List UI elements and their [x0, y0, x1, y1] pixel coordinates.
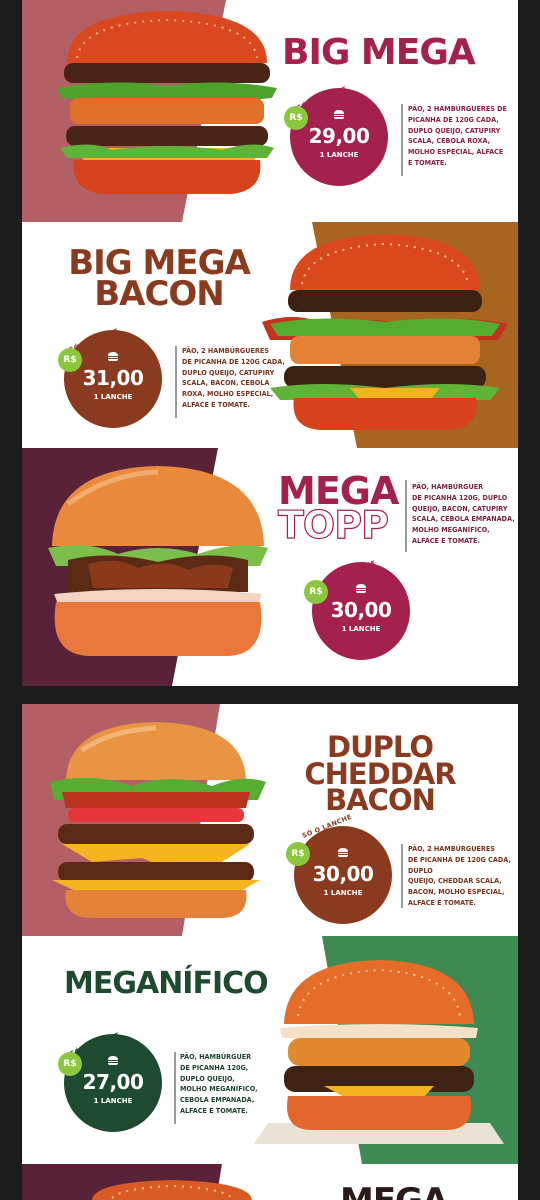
- item-description: PÃO, 2 HAMBÚRGUERES DE PICANHA DE 120G C…: [408, 844, 518, 909]
- currency-badge: R$: [284, 106, 308, 130]
- menu-page-1: BIG MEGA SÓ O LANCHE 29,00 1 LANCHE R$ P…: [22, 0, 518, 686]
- desc-line: DUPLO QUEIJO, CATUPIRY: [408, 125, 501, 135]
- menu-item-big-mega: BIG MEGA SÓ O LANCHE 29,00 1 LANCHE R$ P…: [22, 0, 518, 222]
- desc-line: DE PICANHA DE 120G CADA, DUPLO: [408, 854, 511, 875]
- price-value: 31,00: [82, 366, 144, 390]
- divider: [175, 346, 177, 418]
- unit-label: 1 LANCHE: [319, 151, 359, 159]
- item-title: BIG MEGA: [282, 32, 476, 73]
- price-value: 27,00: [82, 1070, 144, 1094]
- unit-label: 1 LANCHE: [93, 393, 133, 401]
- desc-line: SCALA, CEBOLA EMPANADA,: [412, 514, 515, 524]
- desc-line: ALFACE E TOMATE.: [180, 1105, 248, 1115]
- menu-item-big-mega-bacon: BIG MEGA BACON SÓ O LANCHE 31,00 1 LANCH…: [22, 222, 518, 448]
- currency-badge: R$: [58, 348, 82, 372]
- desc-line: ALFACE E TOMATE.: [412, 535, 480, 545]
- menu-item-mega-topp: MEGA TOPP PÃO, HAMBÚRGUER DE PICANHA 120…: [22, 448, 518, 686]
- price-badge: 29,00 1 LANCHE: [290, 88, 388, 186]
- desc-line: DE PICANHA 120G,: [180, 1062, 249, 1072]
- divider: [174, 1052, 176, 1124]
- desc-line: MOLHO ESPECIAL, ALFACE: [408, 147, 504, 157]
- desc-line: ALFACE E TOMATE.: [182, 399, 250, 409]
- price-badge: 27,00 1 LANCHE: [64, 1034, 162, 1132]
- desc-line: PÃO, HAMBÚRGUER: [180, 1052, 252, 1061]
- burger-icon: [334, 110, 344, 119]
- price-value: 29,00: [308, 124, 370, 148]
- item-title: BIG MEGA BACON: [54, 246, 264, 315]
- desc-line: BACON, MOLHO ESPECIAL,: [408, 887, 505, 897]
- divider: [401, 104, 403, 176]
- desc-line: DE PICANHA 120G, DUPLO: [412, 492, 508, 502]
- title-line: BACON: [94, 274, 225, 315]
- desc-line: PÃO, 2 HAMBÚRGUERES: [408, 844, 495, 853]
- duplo-cheddar-bacon-burger-image: [50, 722, 266, 918]
- unit-label: 1 LANCHE: [323, 889, 363, 897]
- unit-label: 1 LANCHE: [341, 625, 381, 633]
- price-badge: 31,00 1 LANCHE: [64, 330, 162, 428]
- desc-line: PÃO, 2 HAMBÚRGUERES: [182, 346, 269, 355]
- price-badge: 30,00 1 LANCHE: [312, 562, 410, 660]
- item-title: MEGA: [340, 1184, 448, 1200]
- image-viewer: BIG MEGA SÓ O LANCHE 29,00 1 LANCHE R$ P…: [0, 0, 540, 1200]
- desc-line: DUPLO QUEIJO,: [180, 1073, 235, 1083]
- price-value: 30,00: [312, 862, 374, 886]
- menu-item-meganifico: MEGANÍFICO SÓ O LANCHE 27,00 1 LANCHE R$: [22, 936, 518, 1164]
- desc-line: CEBOLA EMPANADA,: [180, 1095, 255, 1105]
- price-value: 30,00: [330, 598, 392, 622]
- item-title-line2: TOPP: [277, 503, 389, 547]
- burger-icon: [338, 848, 348, 857]
- desc-line: E TOMATE.: [408, 157, 447, 167]
- burger-icon: [356, 584, 366, 593]
- item-description: PÃO, 2 HAMBÚRGUERES DE PICANHA DE 120G C…: [408, 104, 516, 169]
- currency-badge: R$: [58, 1052, 82, 1076]
- desc-line: QUEIJO, BACON, CATUPIRY: [412, 503, 508, 513]
- item-title: MEGANÍFICO: [64, 966, 269, 1001]
- item-description: PÃO, HAMBÚRGUER DE PICANHA 120G, DUPLO Q…: [180, 1052, 270, 1117]
- desc-line: DE PICANHA DE 120G CADA,: [182, 356, 285, 366]
- menu-item-duplo-cheddar-bacon: DUPLO CHEDDAR BACON SÓ O LANCHE 30,00 1 …: [22, 704, 518, 936]
- currency-badge: R$: [286, 842, 310, 866]
- currency-badge: R$: [304, 580, 328, 604]
- desc-line: PÃO, HAMBÚRGUER: [412, 482, 484, 491]
- desc-line: SCALA, CEBOLA ROXA,: [408, 136, 491, 146]
- desc-line: MOLHO MEGANÍFICO,: [412, 525, 490, 535]
- item-title: DUPLO CHEDDAR BACON: [300, 733, 460, 818]
- desc-line: QUEIJO, CHEDDAR SCALA,: [408, 876, 502, 886]
- desc-line: PICANHA DE 120G CADA,: [408, 114, 499, 124]
- desc-line: SCALA, BACON, CEBOLA: [182, 378, 270, 388]
- title-line: BACON: [325, 783, 436, 818]
- divider: [401, 844, 403, 908]
- desc-line: MOLHO MEGANÍFICO,: [180, 1084, 258, 1094]
- price-badge: 30,00 1 LANCHE: [294, 826, 392, 924]
- desc-line: PÃO, 2 HAMBÚRGUERES DE: [408, 104, 507, 113]
- item-description: PÃO, 2 HAMBÚRGUERES DE PICANHA DE 120G C…: [182, 346, 294, 411]
- meganifico-burger-image: [254, 960, 504, 1144]
- mega-topp-burger-image: [48, 466, 268, 656]
- desc-line: ROXA, MOLHO ESPECIAL,: [182, 389, 274, 399]
- desc-line: DUPLO QUEIJO, CATUPIRY: [182, 367, 275, 377]
- menu-page-2: DUPLO CHEDDAR BACON SÓ O LANCHE 30,00 1 …: [22, 704, 518, 1200]
- divider: [405, 480, 407, 552]
- burger-icon: [108, 1056, 118, 1065]
- big-mega-burger-image: [57, 11, 277, 194]
- burger-icon: [108, 352, 118, 361]
- big-mega-bacon-burger-image: [262, 234, 508, 430]
- unit-label: 1 LANCHE: [93, 1097, 133, 1105]
- menu-item-mega-partial: MEGA: [22, 1164, 518, 1200]
- item-description: PÃO, HAMBÚRGUER DE PICANHA 120G, DUPLO Q…: [412, 482, 518, 547]
- desc-line: ALFACE E TOMATE.: [408, 897, 476, 907]
